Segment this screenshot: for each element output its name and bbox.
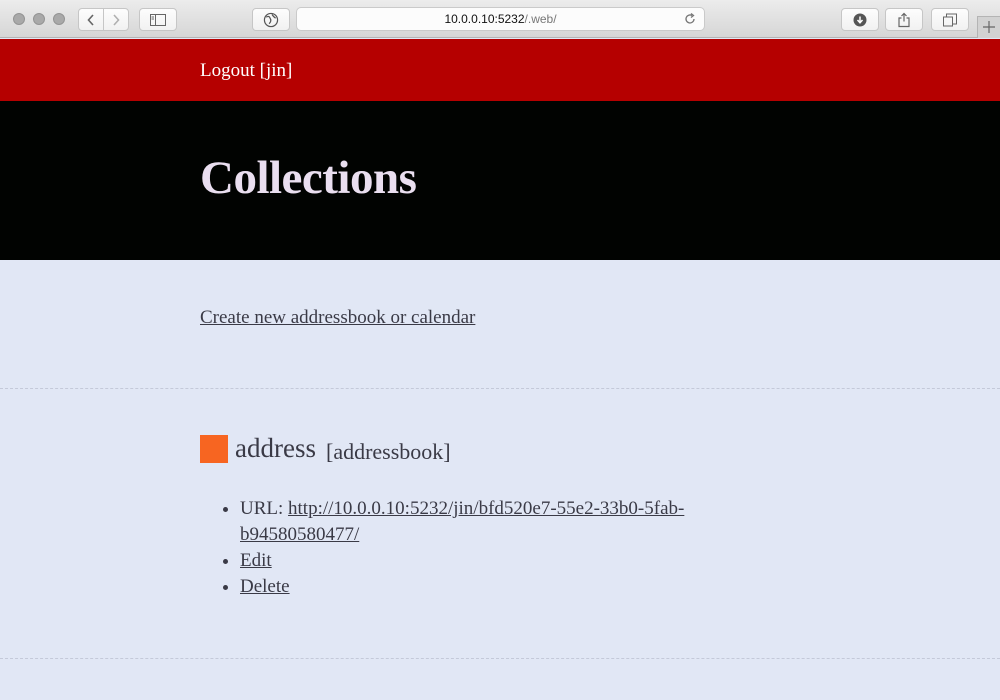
plus-icon <box>983 21 995 33</box>
collection-name: address <box>235 433 316 463</box>
section-divider <box>0 388 1000 389</box>
show-tabs-button[interactable] <box>931 8 969 31</box>
delete-link[interactable]: Delete <box>240 576 290 597</box>
section-divider <box>0 658 1000 659</box>
edit-link[interactable]: Edit <box>240 550 272 571</box>
create-collection-link[interactable]: Create new addressbook or calendar <box>200 307 475 329</box>
page-title: Collections <box>200 152 417 204</box>
collection-url-item: URL: http://10.0.0.10:5232/jin/bfd520e7-… <box>240 496 720 548</box>
collection-color-swatch <box>200 435 228 463</box>
hero-banner: Collections <box>0 101 1000 260</box>
minimize-window-button[interactable] <box>33 13 45 25</box>
new-tab-button[interactable] <box>977 16 1000 38</box>
zoom-window-button[interactable] <box>53 13 65 25</box>
delete-item: Delete <box>240 574 720 600</box>
address-path: /.web/ <box>524 12 557 26</box>
download-icon <box>853 13 867 26</box>
logout-link[interactable]: Logout [jin] <box>200 60 292 82</box>
collection-properties: URL: http://10.0.0.10:5232/jin/bfd520e7-… <box>200 496 720 600</box>
back-icon <box>87 13 94 26</box>
website-settings-button[interactable] <box>252 8 290 31</box>
close-window-button[interactable] <box>13 13 25 25</box>
collection-type: [addressbook] <box>326 439 451 464</box>
page: Logout [jin] Collections Create new addr… <box>0 39 1000 700</box>
address-bar[interactable]: 10.0.0.10:5232/.web/ <box>296 7 705 31</box>
sidebar-button[interactable] <box>139 8 177 31</box>
edit-item: Edit <box>240 548 720 574</box>
sidebar-icon <box>150 13 166 26</box>
logout-bar: Logout [jin] <box>0 39 1000 101</box>
share-icon <box>898 12 910 27</box>
main-content: Create new addressbook or calendar addre… <box>0 260 1000 700</box>
globe-icon <box>263 12 279 27</box>
back-button[interactable] <box>78 8 104 31</box>
url-label: URL: <box>240 498 289 519</box>
forward-icon <box>113 13 120 26</box>
collection-url-link[interactable]: http://10.0.0.10:5232/jin/bfd520e7-55e2-… <box>240 498 684 545</box>
forward-button[interactable] <box>103 8 129 31</box>
tabs-icon <box>943 13 957 26</box>
downloads-button[interactable] <box>841 8 879 31</box>
share-button[interactable] <box>885 8 923 31</box>
browser-toolbar: 10.0.0.10:5232/.web/ <box>0 0 1000 38</box>
address-host: 10.0.0.10:5232 <box>444 12 525 26</box>
reload-icon[interactable] <box>684 13 696 25</box>
